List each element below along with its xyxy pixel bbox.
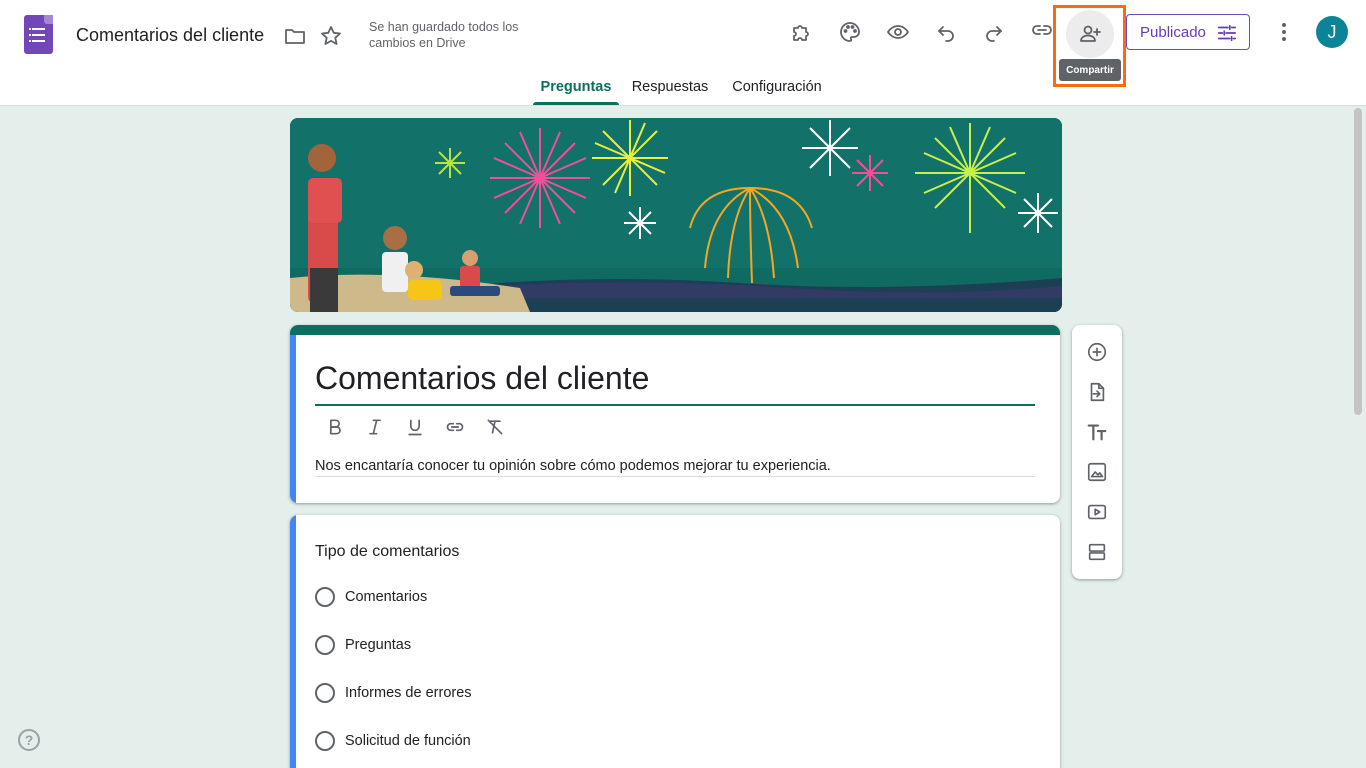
add-image-icon[interactable] — [1085, 460, 1109, 484]
person-add-icon — [1080, 25, 1101, 42]
add-section-icon[interactable] — [1085, 540, 1109, 564]
publish-button[interactable]: Publicado — [1126, 14, 1250, 50]
option-label: Comentarios — [345, 589, 428, 605]
active-tab-indicator — [533, 102, 619, 105]
italic-icon[interactable] — [363, 415, 387, 439]
share-button[interactable] — [1066, 10, 1114, 58]
tab-preguntas[interactable]: Preguntas — [533, 79, 619, 95]
list-item[interactable]: Informes de errores — [315, 681, 472, 705]
form-title[interactable]: Comentarios del cliente — [315, 360, 649, 397]
import-questions-icon[interactable] — [1085, 380, 1109, 404]
eye-preview-icon[interactable] — [878, 12, 918, 52]
publish-label: Publicado — [1140, 23, 1206, 41]
redo-icon[interactable] — [974, 12, 1014, 52]
header-image — [290, 118, 1062, 312]
tune-icon — [1217, 24, 1237, 42]
palette-icon[interactable] — [830, 12, 870, 52]
form-description[interactable]: Nos encantaría conocer tu opinión sobre … — [315, 458, 831, 474]
list-item[interactable]: Preguntas — [315, 633, 411, 657]
undo-icon[interactable] — [926, 12, 966, 52]
question-title: Tipo de comentarios — [315, 543, 460, 560]
option-label: Informes de errores — [345, 685, 472, 701]
list-item[interactable]: Comentarios — [315, 585, 427, 609]
save-status: Se han guardado todos los cambios en Dri… — [369, 20, 519, 50]
folder-icon[interactable] — [275, 16, 315, 56]
form-title-card: Comentarios del cliente Nos encantaría c… — [290, 325, 1060, 503]
document-title[interactable]: Comentarios del cliente — [76, 25, 264, 46]
avatar[interactable]: J — [1316, 16, 1348, 48]
tab-configuracion[interactable]: Configuración — [727, 79, 827, 95]
bold-icon[interactable] — [323, 415, 347, 439]
add-question-icon[interactable] — [1085, 340, 1109, 364]
radio-button[interactable] — [315, 635, 335, 655]
add-video-icon[interactable] — [1085, 500, 1109, 524]
option-label: Solicitud de función — [345, 733, 471, 749]
help-icon[interactable]: ? — [18, 729, 40, 751]
share-tooltip: Compartir — [1059, 59, 1121, 81]
star-icon[interactable] — [311, 16, 351, 56]
app-header: Comentarios del cliente Se han guardado … — [0, 0, 1366, 106]
scrollbar-thumb[interactable] — [1354, 108, 1362, 415]
option-label: Preguntas — [345, 637, 412, 653]
forms-logo-icon[interactable] — [24, 15, 53, 54]
floating-toolbar — [1072, 325, 1122, 579]
question-card[interactable]: Tipo de comentarios Comentarios Pregunta… — [290, 515, 1060, 768]
addon-puzzle-icon[interactable] — [782, 12, 822, 52]
fireworks-illustration — [290, 118, 1062, 312]
tab-respuestas[interactable]: Respuestas — [627, 79, 713, 95]
radio-button[interactable] — [315, 683, 335, 703]
link-icon[interactable] — [443, 415, 467, 439]
clear-format-icon[interactable] — [483, 415, 507, 439]
more-vert-icon[interactable] — [1264, 12, 1304, 52]
list-item[interactable]: Solicitud de función — [315, 729, 471, 753]
add-title-icon[interactable] — [1085, 420, 1109, 444]
underline-icon[interactable] — [403, 415, 427, 439]
radio-button[interactable] — [315, 731, 335, 751]
radio-button[interactable] — [315, 587, 335, 607]
